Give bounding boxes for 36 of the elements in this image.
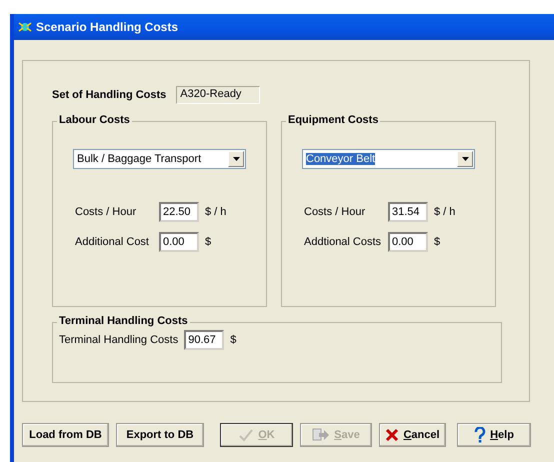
question-icon <box>474 427 486 443</box>
caret-icon <box>462 157 468 161</box>
group-title: Equipment Costs <box>286 114 380 126</box>
set-label: Set of Handling Costs <box>52 89 166 101</box>
group-title: Labour Costs <box>57 114 132 126</box>
cost-input[interactable]: 31.54 <box>388 202 428 222</box>
cost-input[interactable]: 0.00 <box>388 232 428 252</box>
field-label: Costs / Hour <box>75 206 138 218</box>
unit-label: $ <box>434 236 442 248</box>
field-label: Costs / Hour <box>304 206 366 218</box>
unit-label: $ <box>205 236 212 248</box>
dialog-button[interactable]: Load from DB <box>22 423 109 447</box>
set-field[interactable]: A320-Ready <box>176 86 260 104</box>
caret-icon <box>232 157 240 161</box>
dialog-button[interactable]: Help <box>457 423 531 447</box>
dropdown-value: Conveyor Belt <box>306 153 376 165</box>
cost-input[interactable]: 22.50 <box>159 202 199 222</box>
cross-icon <box>385 428 400 442</box>
window-title: Scenario Handling Costs <box>36 20 178 34</box>
unit-label: $ <box>230 334 236 346</box>
cost-input[interactable]: 90.67 <box>184 330 224 350</box>
field-label: Addtional Costs <box>304 236 382 248</box>
document-arrow-icon <box>312 428 330 442</box>
dropdown-value: Bulk / Baggage Transport <box>77 153 202 165</box>
unit-label: $ / h <box>205 206 228 218</box>
category-dropdown[interactable]: Conveyor Belt <box>302 149 475 169</box>
field-label: Additional Cost <box>75 236 150 248</box>
cost-input[interactable]: 0.00 <box>159 232 199 252</box>
check-icon <box>238 428 254 442</box>
group-title: Terminal Handling Costs <box>57 315 190 327</box>
category-dropdown[interactable]: Bulk / Baggage Transport <box>73 149 246 169</box>
app-icon <box>18 21 32 33</box>
field-label: Terminal Handling Costs <box>59 334 178 346</box>
dialog-button[interactable]: Export to DB <box>116 423 204 447</box>
unit-label: $ / h <box>434 206 456 218</box>
dialog-button[interactable]: Cancel <box>379 423 446 447</box>
